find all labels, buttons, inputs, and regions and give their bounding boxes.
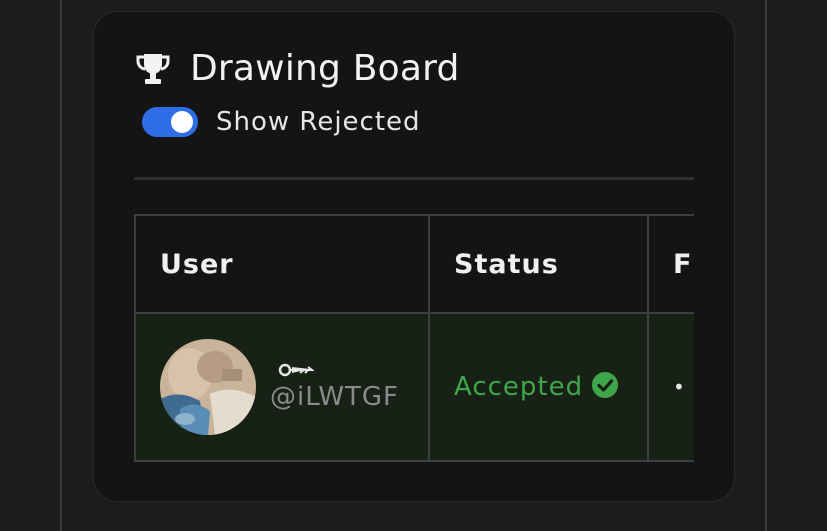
- column-header-file[interactable]: Fi: [647, 214, 694, 314]
- drawing-board-card: Drawing Board Show Rejected User Status …: [93, 11, 735, 502]
- column-header-status[interactable]: Status: [428, 214, 649, 314]
- show-rejected-toggle[interactable]: [142, 107, 198, 137]
- avatar[interactable]: [160, 339, 256, 435]
- page: Drawing Board Show Rejected User Status …: [0, 0, 827, 531]
- layout-divider-right: [765, 0, 767, 531]
- submissions-table-wrap[interactable]: User Status Fi: [134, 214, 694, 462]
- status-text: Accepted: [454, 372, 584, 402]
- submissions-table: User Status Fi: [134, 214, 694, 462]
- user-handle[interactable]: @iLWTGF: [270, 382, 399, 412]
- key-badge-icon: [278, 363, 314, 377]
- bullet: •: [673, 375, 685, 399]
- show-rejected-row: Show Rejected: [142, 107, 421, 137]
- status-cell: Accepted: [428, 312, 649, 462]
- layout-divider-left: [60, 0, 62, 531]
- card-header: Drawing Board: [134, 48, 460, 89]
- trophy-icon: [136, 53, 170, 84]
- header-divider: [134, 177, 694, 180]
- table-row[interactable]: @iLWTGF Accepted •: [134, 312, 694, 462]
- column-header-user[interactable]: User: [134, 214, 430, 314]
- check-circle-icon: [592, 372, 619, 398]
- user-cell: @iLWTGF: [134, 312, 430, 462]
- card-title: Drawing Board: [190, 48, 460, 89]
- table-header-row: User Status Fi: [134, 214, 694, 314]
- toggle-knob: [171, 111, 193, 133]
- file-cell: • I: [647, 312, 694, 462]
- show-rejected-label[interactable]: Show Rejected: [216, 107, 421, 137]
